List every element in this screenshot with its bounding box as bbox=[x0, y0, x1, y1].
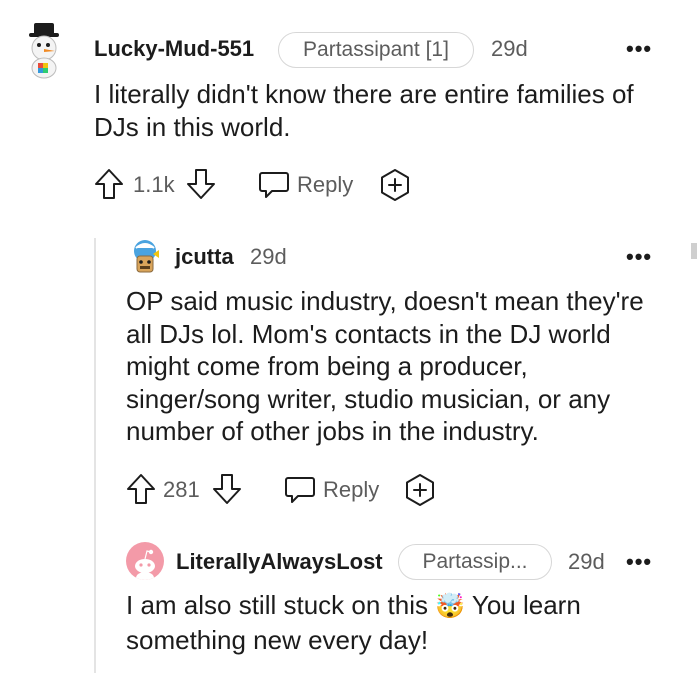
comment-body: I am also still stuck on this 🤯 You lear… bbox=[126, 589, 666, 656]
reply-button[interactable]: Reply bbox=[297, 172, 353, 198]
comment-body-start: I am also still stuck on this bbox=[126, 590, 428, 620]
user-flair: Partassipant [1] bbox=[278, 32, 474, 68]
reply-icon[interactable] bbox=[258, 170, 290, 200]
award-icon[interactable] bbox=[403, 473, 437, 507]
comment-age: 29d bbox=[491, 36, 528, 61]
upvote-icon[interactable] bbox=[94, 168, 124, 200]
comment-age: 29d bbox=[250, 244, 287, 269]
avatar-lucky-mud[interactable] bbox=[22, 22, 66, 80]
reply-icon[interactable] bbox=[284, 475, 316, 505]
avatar-jcutta[interactable] bbox=[128, 238, 162, 278]
thread-line[interactable] bbox=[94, 238, 96, 673]
reply-button[interactable]: Reply bbox=[323, 477, 379, 503]
comment-body: I literally didn't know there are entire… bbox=[94, 79, 634, 142]
comment-body: OP said music industry, doesn't mean the… bbox=[126, 286, 644, 446]
more-options-button[interactable]: ••• bbox=[626, 246, 652, 268]
comment-author[interactable]: Lucky-Mud-551 bbox=[94, 36, 254, 62]
upvote-icon[interactable] bbox=[126, 473, 156, 505]
snowman-avatar-icon bbox=[29, 23, 59, 79]
robot-avatar-icon bbox=[134, 240, 159, 273]
vote-score: 281 bbox=[163, 477, 200, 502]
comment-author[interactable]: jcutta bbox=[175, 244, 234, 270]
scroll-indicator bbox=[691, 243, 697, 259]
more-options-button[interactable]: ••• bbox=[626, 551, 652, 573]
more-options-button[interactable]: ••• bbox=[626, 38, 652, 60]
downvote-icon[interactable] bbox=[212, 473, 242, 505]
vote-score: 1.1k bbox=[133, 172, 175, 197]
comment-age: 29d bbox=[568, 549, 605, 574]
user-flair: Partassip... bbox=[398, 544, 552, 580]
snoo-avatar-icon bbox=[135, 549, 155, 580]
comment-author[interactable]: LiterallyAlwaysLost bbox=[176, 549, 383, 575]
downvote-icon[interactable] bbox=[186, 168, 216, 200]
exploding-head-emoji-icon: 🤯 bbox=[435, 593, 466, 620]
award-icon[interactable] bbox=[378, 168, 412, 202]
avatar-literallyalwayslost[interactable] bbox=[126, 542, 164, 580]
